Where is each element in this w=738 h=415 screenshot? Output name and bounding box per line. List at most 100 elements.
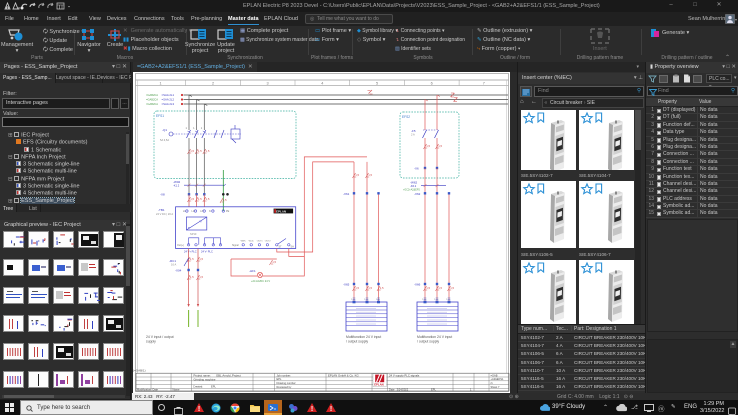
svg-text:1,5: 1,5: [206, 197, 210, 201]
svg-text:6: 6: [431, 82, 433, 86]
svg-text:-X65: -X65: [343, 283, 350, 287]
svg-text:-TB1: -TB1: [158, 208, 165, 212]
svg-text:Created:: Created:: [193, 385, 203, 389]
svg-text:Multifunction 24 V input: Multifunction 24 V input: [417, 335, 452, 339]
svg-text:/ output supply: / output supply: [346, 340, 368, 344]
svg-text:!: !: [311, 406, 313, 412]
svg-text:!: !: [330, 406, 332, 412]
svg-text:N: N: [209, 210, 211, 213]
svg-text:EFS1: EFS1: [156, 114, 164, 118]
svg-text:1,5: 1,5: [199, 257, 203, 261]
svg-text:1,5: 1,5: [190, 275, 194, 279]
svg-text:1,5: 1,5: [426, 286, 430, 290]
svg-text:Reviewed by: Reviewed by: [277, 385, 293, 389]
svg-text:1,5: 1,5: [368, 173, 372, 177]
svg-text:OUT2: OUT2: [265, 241, 272, 243]
svg-text:GBL.Arnold_Project: GBL.Arnold_Project: [216, 374, 241, 378]
svg-text:Work: Work: [249, 240, 255, 243]
svg-text:-RC1: -RC1: [169, 259, 176, 263]
svg-text:16 A: 16 A: [171, 263, 176, 267]
svg-text:1,5: 1,5: [438, 144, 442, 148]
svg-text:EFS2: EFS2: [402, 115, 410, 119]
svg-text:1,5: 1,5: [190, 257, 194, 261]
svg-text:=SAA 2L1: =SAA 2L1: [162, 93, 175, 97]
svg-text:∿: ∿: [199, 220, 202, 224]
svg-text:1,5: 1,5: [198, 149, 202, 153]
svg-text:=GAB2CA: =GAB2CA: [146, 98, 158, 102]
svg-text:5: 5: [376, 82, 378, 86]
svg-text:supply: supply: [146, 340, 156, 344]
svg-text:OUT1: OUT1: [257, 241, 264, 243]
svg-text:1,5: 1,5: [206, 149, 210, 153]
svg-text:EPLΛN: EPLΛN: [276, 209, 286, 213]
svg-text:1,5: 1,5: [368, 286, 372, 290]
svg-text:Modification: Modification: [137, 387, 151, 391]
svg-text:Name: Name: [173, 387, 180, 391]
svg-text:1,5: 1,5: [198, 197, 202, 201]
svg-text:3: 3: [267, 82, 269, 86]
svg-text:!: !: [198, 406, 200, 412]
svg-text:-X6: -X6: [414, 167, 419, 171]
svg-text:SH: SH: [291, 246, 295, 249]
svg-text:-Q1: -Q1: [162, 128, 167, 132]
svg-text:=: =: [188, 226, 190, 230]
svg-text:=SAA 2L2: =SAA 2L2: [162, 98, 175, 102]
svg-text:=GAB: =GAB: [491, 373, 498, 377]
svg-text:-X62: -X62: [414, 192, 421, 196]
svg-text:Multifunction 24 V input: Multifunction 24 V input: [346, 335, 381, 339]
svg-text:-K1.2: -K1.2: [173, 184, 180, 188]
svg-text:1,5: 1,5: [426, 144, 430, 148]
svg-text:Date: Date: [153, 387, 159, 391]
svg-text:1,5: 1,5: [190, 197, 194, 201]
svg-text:4: 4: [321, 82, 323, 86]
svg-text:PE: PE: [226, 210, 230, 213]
svg-text:2 A: 2 A: [411, 133, 415, 137]
svg-text:-X66: -X66: [414, 283, 421, 287]
svg-text:2: 2: [212, 82, 214, 86]
svg-text:1,5: 1,5: [438, 286, 442, 290]
svg-text:Job number:: Job number:: [277, 373, 292, 377]
svg-text:ST: ST: [279, 246, 283, 249]
svg-text:1,5: 1,5: [190, 149, 194, 153]
svg-text:1: 1: [159, 82, 161, 86]
svg-text:1,5: 1,5: [380, 286, 384, 290]
svg-text:Drawing number:: Drawing number:: [277, 381, 297, 385]
svg-text:24 V input / output: 24 V input / output: [146, 335, 174, 339]
svg-text:Out(+): Out(+): [177, 244, 184, 247]
svg-text:EPLAN: EPLAN: [374, 383, 383, 387]
svg-text:WBK: WBK: [241, 241, 247, 243]
svg-text:24 V DC | 20 A: 24 V DC | 20 A: [156, 212, 173, 216]
svg-text:=SAA 2L3: =SAA 2L3: [162, 102, 175, 106]
svg-text:1: 1: [201, 126, 203, 130]
svg-text:7: 7: [483, 82, 485, 86]
svg-text:Date 3/24/2022: Date 3/24/2022: [389, 387, 409, 391]
svg-text:24 V+ PLC: 24 V+ PLC: [184, 250, 197, 254]
svg-text:1,5: 1,5: [223, 198, 227, 202]
svg-text:EPLAN GmbH & Co. KG: EPLAN GmbH & Co. KG: [328, 374, 359, 378]
svg-text:=GAB2CA: =GAB2CA: [146, 93, 158, 97]
svg-text:-K6.2: -K6.2: [410, 184, 417, 188]
svg-text:1,5: 1,5: [272, 260, 276, 264]
svg-text:+24 AC/DC 24 V: +24 AC/DC 24 V: [251, 279, 270, 283]
svg-text:24 V supply PLC signals: 24 V supply PLC signals: [389, 374, 420, 378]
svg-text:Sheet 7: Sheet 7: [491, 385, 500, 389]
svg-text:1,5: 1,5: [199, 275, 203, 279]
svg-text:1: 1: [193, 126, 195, 130]
svg-text:Grinding machine: Grinding machine: [194, 377, 216, 381]
svg-text:SP10: SP10: [190, 232, 197, 236]
svg-text:-X61: -X61: [343, 192, 350, 196]
svg-text:EPL: EPL: [431, 387, 436, 391]
svg-text:1,5: 1,5: [355, 286, 359, 290]
svg-text:=GAB2CA: =GAB2CA: [146, 102, 158, 106]
svg-text:-W02: -W02: [173, 180, 180, 184]
svg-text:5A 3,5A: 5A 3,5A: [160, 138, 169, 142]
svg-text:Signal: Signal: [232, 244, 239, 247]
svg-text:/ output supply: / output supply: [417, 340, 439, 344]
svg-text:-X04: -X04: [175, 269, 182, 273]
svg-text:-F5: -F5: [411, 129, 416, 133]
svg-text:1: 1: [186, 126, 188, 130]
svg-text:EPL: EPL: [277, 377, 282, 381]
svg-text:+A2&EFS1: +A2&EFS1: [491, 377, 504, 381]
svg-text:1,5: 1,5: [450, 286, 454, 290]
svg-text:-HF1: -HF1: [249, 269, 256, 273]
